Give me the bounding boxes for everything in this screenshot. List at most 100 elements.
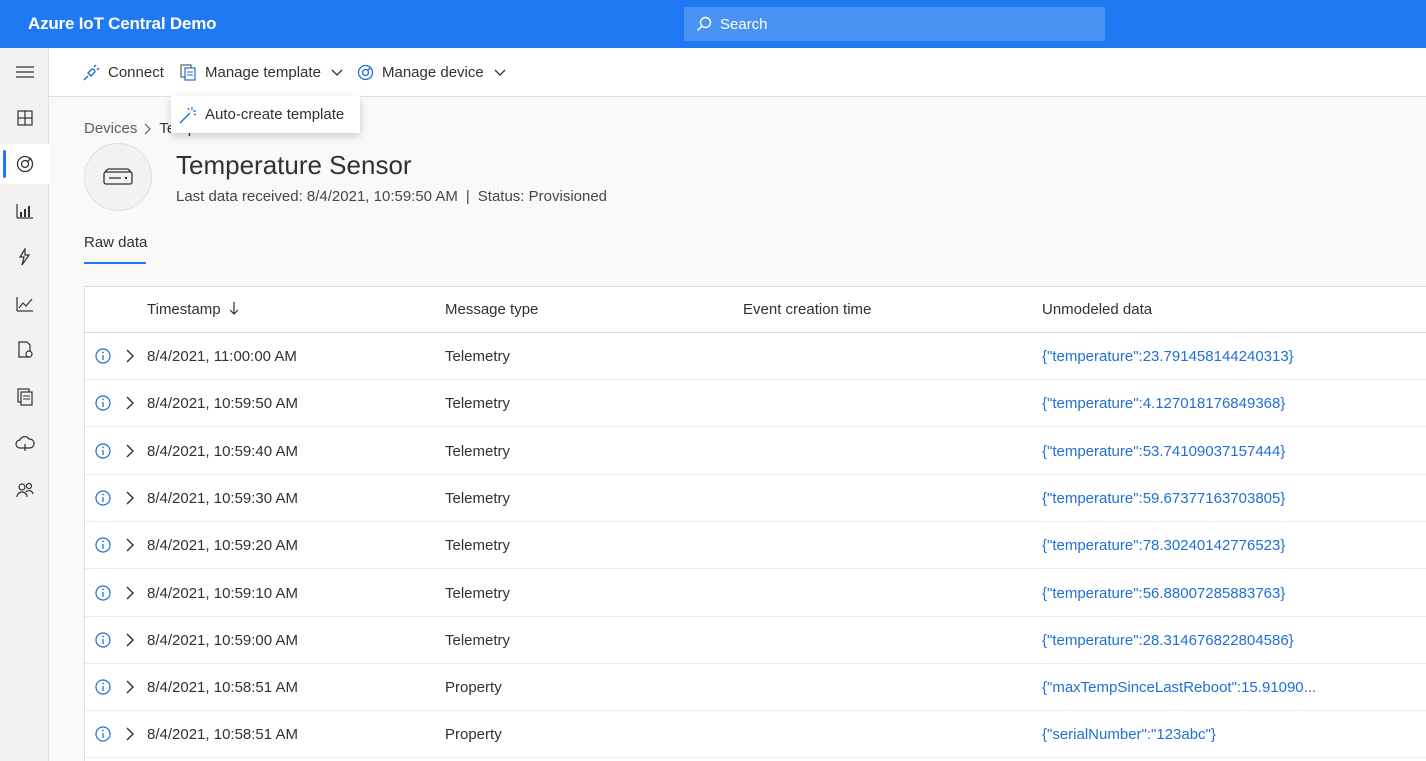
- chevron-right-icon[interactable]: [125, 443, 135, 459]
- info-icon[interactable]: [95, 726, 111, 742]
- table-row[interactable]: 8/4/2021, 10:58:51 AM Property {"serialNum…: [85, 711, 1426, 759]
- table-row[interactable]: 8/4/2021, 10:59:10 AM Telemetry {"temperat…: [85, 570, 1426, 617]
- cell-unmodeled-data[interactable]: {"temperature":59.67377163703805}: [1042, 490, 1285, 507]
- template-icon: [180, 64, 196, 81]
- command-bar: Connect Manage template Manage device: [49, 48, 1426, 97]
- cell-unmodeled-data[interactable]: {"temperature":56.88007285883763}: [1042, 585, 1285, 602]
- auto-create-template-menu-item[interactable]: Auto-create template: [171, 96, 360, 133]
- device-manage-icon: [357, 64, 374, 81]
- left-nav-rail: [0, 48, 49, 761]
- raw-data-table: Timestamp Message type Event creation ti…: [84, 286, 1426, 761]
- chevron-right-icon[interactable]: [125, 726, 135, 742]
- table-row[interactable]: 8/4/2021, 10:59:00 AM Telemetry {"temperat…: [85, 617, 1426, 664]
- chevron-right-icon[interactable]: [125, 348, 135, 364]
- chevron-right-icon[interactable]: [125, 490, 135, 506]
- cell-unmodeled-data[interactable]: {"temperature":78.30240142776523}: [1042, 537, 1285, 554]
- search-box[interactable]: Search: [684, 7, 1105, 41]
- hamburger-menu-icon[interactable]: [0, 52, 49, 92]
- chevron-right-icon[interactable]: [125, 679, 135, 695]
- cell-timestamp: 8/4/2021, 11:00:00 AM: [147, 348, 297, 365]
- top-bar: Azure IoT Central Demo Search: [0, 0, 1426, 48]
- table-row[interactable]: 8/4/2021, 11:00:00 AM Telemetry {"temperat…: [85, 333, 1426, 380]
- manage-device-button[interactable]: Manage device: [357, 48, 506, 97]
- cell-message-type: Telemetry: [445, 584, 511, 602]
- cell-timestamp: 8/4/2021, 10:59:30 AM: [147, 489, 298, 507]
- cell-timestamp: 8/4/2021, 10:58:51 AM: [147, 679, 298, 697]
- device-groups-icon[interactable]: [0, 191, 49, 231]
- info-icon[interactable]: [95, 632, 111, 648]
- table-row[interactable]: 8/4/2021, 10:59:20 AM Telemetry {"temperat…: [85, 522, 1426, 570]
- cell-timestamp: 8/4/2021, 10:59:40 AM: [147, 442, 298, 460]
- chevron-right-icon[interactable]: [125, 632, 135, 648]
- info-icon[interactable]: [95, 679, 111, 695]
- table-row[interactable]: 8/4/2021, 10:59:50 AM Telemetry {"temperat…: [85, 380, 1426, 428]
- chevron-down-icon: [331, 69, 343, 76]
- search-placeholder: Search: [720, 15, 768, 33]
- cell-message-type: Telemetry: [445, 631, 511, 649]
- manage-template-button[interactable]: Manage template: [180, 48, 343, 97]
- tab-raw-data[interactable]: Raw data: [84, 234, 147, 261]
- dashboard-icon[interactable]: [0, 98, 49, 138]
- cell-unmodeled-data[interactable]: {"temperature":53.74109037157444}: [1042, 443, 1285, 460]
- jobs-icon[interactable]: [0, 330, 49, 370]
- table-row[interactable]: 8/4/2021, 10:59:40 AM Telemetry {"temperat…: [85, 428, 1426, 475]
- chevron-right-icon[interactable]: [125, 537, 135, 553]
- cell-unmodeled-data[interactable]: {"temperature":4.127018176849368}: [1042, 395, 1285, 412]
- manage-template-label: Manage template: [205, 64, 321, 81]
- header-unmodeled-data[interactable]: Unmodeled data: [1042, 301, 1152, 318]
- cell-message-type: Property: [445, 679, 502, 697]
- page-title: Temperature Sensor: [176, 150, 412, 180]
- status-text: Status: Provisioned: [477, 188, 608, 205]
- info-icon[interactable]: [95, 537, 111, 553]
- manage-device-label: Manage device: [382, 64, 484, 81]
- table-header: Timestamp Message type Event creation ti…: [85, 287, 1426, 333]
- table-row[interactable]: 8/4/2021, 10:59:30 AM Telemetry {"temperat…: [85, 475, 1426, 522]
- magic-wand-icon: [179, 106, 197, 123]
- cell-message-type: Telemetry: [445, 489, 511, 507]
- last-data-received: Last data received: 8/4/2021, 10:59:50 A…: [176, 188, 458, 205]
- header-timestamp[interactable]: Timestamp: [147, 301, 239, 318]
- info-icon[interactable]: [95, 395, 111, 411]
- cell-message-type: Telemetry: [445, 348, 511, 365]
- permissions-icon[interactable]: [0, 470, 49, 510]
- cell-timestamp: 8/4/2021, 10:59:00 AM: [147, 631, 298, 649]
- cell-timestamp: 8/4/2021, 10:59:20 AM: [147, 537, 298, 555]
- cell-message-type: Property: [445, 726, 502, 744]
- cell-message-type: Telemetry: [445, 395, 511, 413]
- tab-active-indicator: [84, 262, 146, 264]
- plug-icon: [83, 64, 100, 81]
- table-row[interactable]: 8/4/2021, 10:58:51 AM Property {"maxTempSi…: [85, 664, 1426, 712]
- device-icon: [103, 168, 133, 185]
- header-event-creation-time[interactable]: Event creation time: [743, 301, 871, 318]
- chevron-down-icon: [494, 69, 506, 76]
- cell-timestamp: 8/4/2021, 10:59:50 AM: [147, 395, 298, 413]
- connect-button[interactable]: Connect: [83, 48, 164, 97]
- breadcrumb-devices-link[interactable]: Devices: [84, 120, 137, 137]
- device-templates-icon[interactable]: [0, 377, 49, 417]
- connect-label: Connect: [108, 64, 164, 81]
- cell-message-type: Telemetry: [445, 537, 511, 555]
- cell-timestamp: 8/4/2021, 10:58:51 AM: [147, 726, 298, 744]
- device-meta: Last data received: 8/4/2021, 10:59:50 A…: [176, 188, 608, 205]
- chevron-right-icon: [144, 123, 152, 134]
- info-icon[interactable]: [95, 348, 111, 364]
- app-title[interactable]: Azure IoT Central Demo: [28, 14, 216, 34]
- header-message-type[interactable]: Message type: [445, 301, 538, 318]
- chevron-right-icon[interactable]: [125, 585, 135, 601]
- chevron-right-icon[interactable]: [125, 395, 135, 411]
- sort-descending-icon: [229, 302, 239, 315]
- data-export-icon[interactable]: [0, 424, 49, 464]
- search-icon: [697, 16, 712, 31]
- info-icon[interactable]: [95, 490, 111, 506]
- cell-unmodeled-data[interactable]: {"maxTempSinceLastReboot":15.91090...: [1042, 679, 1316, 696]
- cell-message-type: Telemetry: [445, 442, 511, 460]
- cell-unmodeled-data[interactable]: {"temperature":23.791458144240313}: [1042, 348, 1294, 365]
- devices-icon[interactable]: [0, 144, 49, 184]
- auto-create-template-label: Auto-create template: [205, 106, 345, 123]
- cell-unmodeled-data[interactable]: {"serialNumber":"123abc"}: [1042, 726, 1216, 743]
- info-icon[interactable]: [95, 442, 111, 459]
- analytics-icon[interactable]: [0, 284, 49, 324]
- rules-icon[interactable]: [0, 237, 49, 277]
- cell-unmodeled-data[interactable]: {"temperature":28.314676822804586}: [1042, 632, 1294, 649]
- info-icon[interactable]: [95, 584, 111, 601]
